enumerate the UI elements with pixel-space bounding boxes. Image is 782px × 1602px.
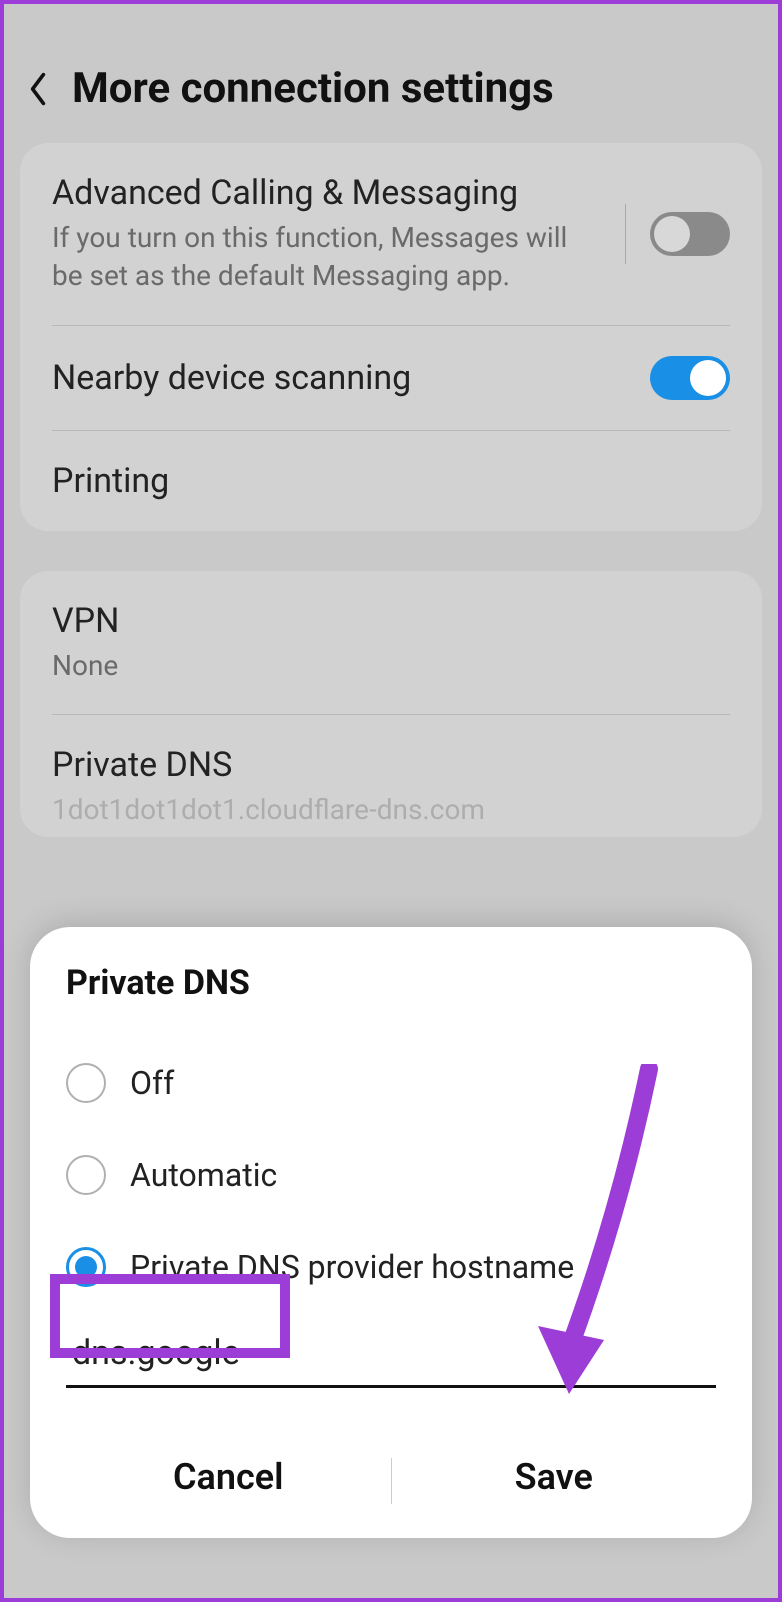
row-advanced-calling[interactable]: Advanced Calling & Messaging If you turn…	[52, 143, 730, 326]
radio-off[interactable]	[66, 1063, 106, 1103]
row-title: Advanced Calling & Messaging	[52, 173, 601, 213]
dialog-buttons: Cancel Save	[66, 1424, 716, 1538]
row-title: VPN	[52, 601, 730, 641]
divider	[625, 204, 626, 264]
radio-hostname[interactable]	[66, 1247, 106, 1287]
settings-screen: More connection settings Advanced Callin…	[4, 4, 778, 1598]
toggle-advanced-calling[interactable]	[650, 212, 730, 256]
header: More connection settings	[4, 4, 778, 143]
hostname-input[interactable]	[66, 1323, 716, 1388]
radio-label: Private DNS provider hostname	[130, 1248, 574, 1286]
back-icon[interactable]	[24, 75, 52, 103]
settings-group-2: VPN None Private DNS 1dot1dot1dot1.cloud…	[20, 571, 762, 838]
row-printing[interactable]: Printing	[52, 431, 730, 531]
radio-label: Off	[130, 1064, 174, 1102]
radio-row-hostname[interactable]: Private DNS provider hostname	[66, 1221, 716, 1313]
save-button[interactable]: Save	[392, 1424, 717, 1538]
dialog-title: Private DNS	[66, 963, 716, 1003]
row-title: Private DNS	[52, 745, 730, 785]
row-title: Printing	[52, 461, 730, 501]
row-text: Nearby device scanning	[52, 358, 650, 398]
row-private-dns[interactable]: Private DNS 1dot1dot1dot1.cloudflare-dns…	[52, 715, 730, 837]
row-nearby-scanning[interactable]: Nearby device scanning	[52, 326, 730, 431]
row-title: Nearby device scanning	[52, 358, 650, 398]
row-vpn[interactable]: VPN None	[52, 571, 730, 716]
radio-automatic[interactable]	[66, 1155, 106, 1195]
page-title: More connection settings	[72, 64, 554, 113]
row-sub: None	[52, 647, 730, 685]
row-text: VPN None	[52, 601, 730, 685]
cancel-button[interactable]: Cancel	[66, 1424, 391, 1538]
radio-row-automatic[interactable]: Automatic	[66, 1129, 716, 1221]
radio-label: Automatic	[130, 1156, 277, 1194]
settings-group-1: Advanced Calling & Messaging If you turn…	[20, 143, 762, 531]
row-sub: If you turn on this function, Messages w…	[52, 219, 601, 295]
toggle-nearby-scanning[interactable]	[650, 356, 730, 400]
private-dns-dialog: Private DNS Off Automatic Private DNS pr…	[30, 927, 752, 1538]
row-sub: 1dot1dot1dot1.cloudflare-dns.com	[52, 791, 730, 829]
row-text: Printing	[52, 461, 730, 501]
row-text: Advanced Calling & Messaging If you turn…	[52, 173, 601, 295]
radio-row-off[interactable]: Off	[66, 1037, 716, 1129]
row-text: Private DNS 1dot1dot1dot1.cloudflare-dns…	[52, 745, 730, 829]
hostname-input-wrap	[66, 1323, 716, 1388]
